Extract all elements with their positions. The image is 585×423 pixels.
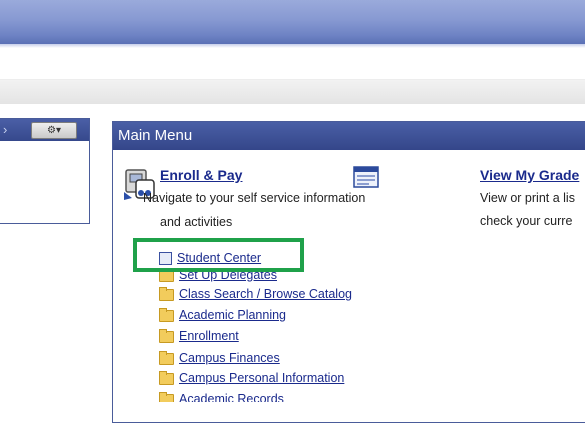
menu-item-label[interactable]: Academic Records — [179, 392, 284, 402]
menu-item-label[interactable]: Campus Personal Information — [179, 371, 344, 385]
menu-item-class-search[interactable]: Class Search / Browse Catalog — [159, 285, 352, 304]
menu-item-academic-planning[interactable]: Academic Planning — [159, 306, 286, 325]
left-pagelet-header: › ⚙▾ — [0, 119, 89, 141]
folder-icon — [159, 350, 174, 365]
grades-report-icon — [353, 166, 379, 188]
banner-shadow — [0, 44, 585, 48]
menu-item-academic-records[interactable]: Academic Records — [159, 390, 284, 402]
student-center-highlight — [133, 238, 304, 272]
folder-icon — [159, 307, 174, 322]
menu-item-campus-personal-information[interactable]: Campus Personal Information — [159, 369, 344, 388]
view-my-grades-link[interactable]: View My Grade — [480, 167, 579, 183]
folder-icon — [159, 328, 174, 343]
menu-item-label[interactable]: Class Search / Browse Catalog — [179, 287, 352, 301]
folder-icon — [159, 370, 174, 385]
menu-item-enrollment[interactable]: Enrollment — [159, 327, 239, 346]
menu-item-campus-finances[interactable]: Campus Finances — [159, 349, 280, 368]
folder-icon — [159, 286, 174, 301]
menu-item-label[interactable]: Enrollment — [179, 329, 239, 343]
main-menu-pagelet: Main Menu Enroll & Pay Navigate to your … — [112, 121, 585, 423]
view-grades-description-line1: View or print a lis — [480, 191, 575, 205]
main-menu-title: Main Menu — [113, 122, 585, 150]
menu-item-label[interactable]: Academic Planning — [179, 308, 286, 322]
navigation-bar — [0, 79, 585, 104]
enroll-pay-link[interactable]: Enroll & Pay — [160, 167, 242, 183]
enroll-pay-description-line1: Navigate to your self service informatio… — [143, 191, 366, 205]
left-pagelet: › ⚙▾ — [0, 118, 90, 224]
top-banner — [0, 0, 585, 44]
enroll-pay-description-line2: and activities — [160, 215, 233, 226]
menu-item-label[interactable]: Campus Finances — [179, 351, 280, 365]
folder-icon — [159, 391, 174, 402]
pagelet-options-button[interactable]: ⚙▾ — [31, 122, 77, 139]
collapse-arrow-icon[interactable]: › — [3, 122, 7, 138]
view-grades-description-line2: check your curre — [480, 214, 573, 228]
